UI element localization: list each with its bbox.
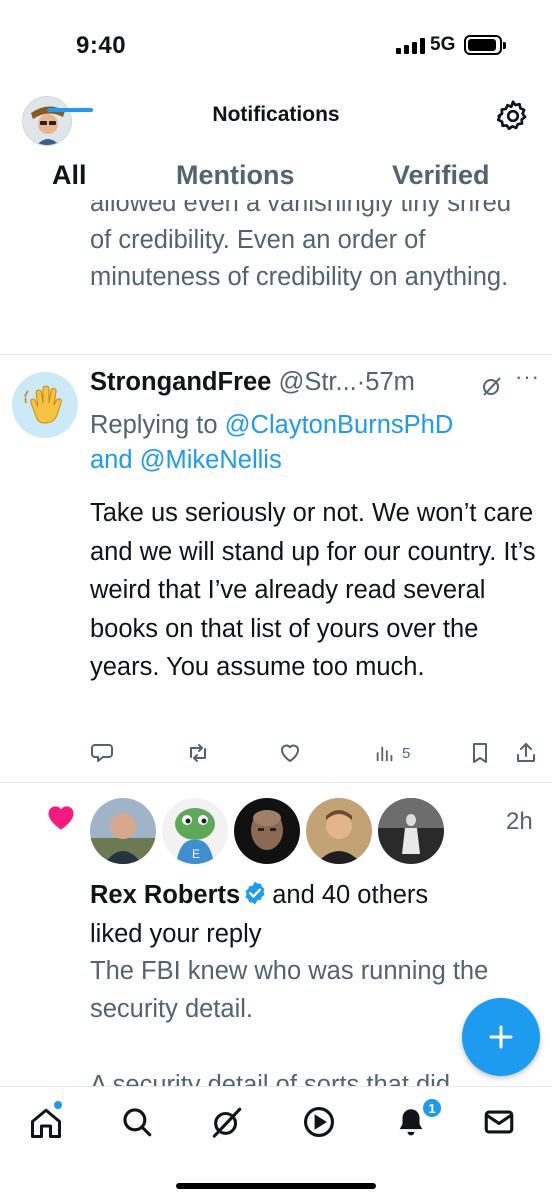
heart-outline-icon (281, 744, 299, 762)
compose-button[interactable] (462, 998, 540, 1076)
tweet-author-avatar[interactable] (12, 372, 78, 438)
liker-avatar[interactable] (234, 798, 300, 864)
tweet-actions: 5 (90, 738, 540, 768)
like-others: and 40 others (272, 881, 429, 909)
like-button[interactable] (278, 738, 302, 768)
nav-messages[interactable] (482, 1105, 518, 1141)
reply-button[interactable] (90, 738, 114, 768)
more-options-icon[interactable]: ··· (515, 364, 540, 390)
repost-icon (190, 744, 206, 762)
status-time: 9:40 (76, 32, 127, 59)
network-label: 5G (430, 34, 456, 55)
active-tab-indicator (47, 108, 93, 112)
notifications-feed[interactable]: allowed even a vanishingly tiny shred of… (0, 200, 552, 1086)
tweet-author-handle[interactable]: @Str... (278, 368, 356, 396)
bottom-nav: 1 (0, 1086, 552, 1200)
tab-verified[interactable]: Verified (392, 160, 490, 191)
replying-and-label: and (90, 446, 133, 474)
nav-video[interactable] (302, 1105, 338, 1141)
nav-home[interactable] (28, 1101, 64, 1141)
nav-grok[interactable] (210, 1105, 246, 1141)
divider (0, 354, 552, 355)
signal-icon (396, 38, 425, 54)
dot-separator: · (356, 368, 366, 396)
mention-link[interactable]: @ClaytonBurnsPhD (225, 411, 454, 439)
views-button[interactable]: 5 (374, 738, 410, 768)
liker-avatar[interactable]: E (162, 798, 228, 864)
grok-icon[interactable] (480, 374, 504, 398)
notification-tabs: All Mentions Verified (0, 154, 552, 200)
share-button[interactable] (514, 738, 538, 768)
replying-to-label: Replying to (90, 411, 218, 439)
notification-time: 2h (506, 808, 533, 835)
tweet-header: StrongandFree @Str...·57m (90, 368, 490, 397)
previous-post-text[interactable]: allowed even a vanishingly tiny shred of… (90, 200, 535, 296)
like-heart-icon (46, 803, 76, 831)
home-notification-dot (54, 1101, 62, 1109)
grok-icon (212, 1107, 242, 1138)
search-icon (123, 1108, 152, 1137)
reply-icon (91, 744, 113, 762)
header: Notifications All Mentions Verified (0, 90, 552, 200)
bookmark-button[interactable] (468, 738, 492, 768)
verified-badge-icon (245, 881, 265, 905)
mail-icon (484, 1110, 514, 1134)
notifications-badge: 1 (421, 1097, 443, 1119)
divider (0, 782, 552, 783)
mention-link[interactable]: @MikeNellis (140, 446, 282, 474)
liker-avatar[interactable] (306, 798, 372, 864)
home-indicator (176, 1183, 376, 1189)
page-title: Notifications (212, 103, 340, 126)
settings-gear-icon[interactable] (495, 98, 531, 134)
views-count: 5 (402, 744, 411, 762)
tweet-body[interactable]: Take us seriously or not. We won’t care … (90, 494, 545, 687)
replying-to: Replying to @ClaytonBurnsPhD and @MikeNe… (90, 408, 535, 478)
play-icon (303, 1106, 335, 1138)
tab-all[interactable]: All (52, 160, 87, 191)
plus-icon (489, 1025, 513, 1049)
liker-name[interactable]: Rex Roberts (90, 881, 240, 909)
liker-avatar[interactable] (90, 798, 156, 864)
bookmark-icon (473, 743, 487, 763)
nav-search[interactable] (120, 1105, 156, 1141)
status-bar: 9:40 5G (0, 0, 552, 90)
liker-avatar[interactable] (378, 798, 444, 864)
battery-icon (464, 35, 506, 55)
views-icon (376, 746, 393, 762)
tweet-time: 57m (365, 368, 415, 396)
home-icon (31, 1108, 61, 1138)
like-summary: Rex Roberts and 40 others liked your repl… (90, 876, 545, 953)
repost-button[interactable] (186, 738, 210, 768)
share-icon (517, 743, 535, 762)
tweet-author-name[interactable]: StrongandFree (90, 368, 271, 396)
svg-text:E: E (192, 847, 200, 861)
tab-mentions[interactable]: Mentions (176, 160, 295, 191)
like-action: liked your reply (90, 919, 262, 948)
